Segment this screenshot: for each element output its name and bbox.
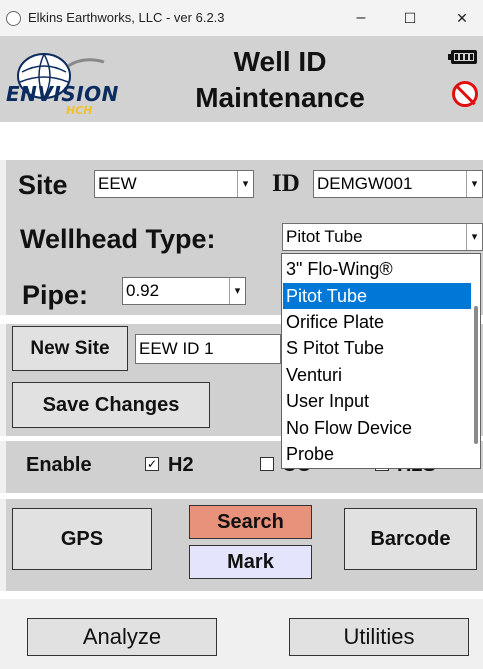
dropdown-option[interactable]: Probe [283, 441, 471, 467]
utilities-button[interactable]: Utilities [289, 618, 469, 656]
chevron-down-icon: ▾ [466, 171, 482, 197]
analyze-button[interactable]: Analyze [27, 618, 217, 656]
pipe-value: 0.92 [126, 281, 160, 300]
barcode-button[interactable]: Barcode [344, 508, 477, 570]
dropdown-option[interactable]: 3" Flo-Wing® [283, 256, 471, 282]
id-combo[interactable]: DEMGW001 ▾ [313, 170, 483, 198]
dropdown-option[interactable]: User Input [283, 388, 471, 414]
id-label: ID [272, 170, 300, 197]
dropdown-scrollbar[interactable] [474, 306, 478, 444]
dropdown-option-selected[interactable]: Pitot Tube [283, 283, 471, 309]
title-bar: Elkins Earthworks, LLC - ver 6.2.3 – ☐ ✕ [0, 0, 483, 36]
search-button[interactable]: Search [189, 505, 312, 539]
header: ENVISION HCH Well ID Maintenance [0, 36, 483, 122]
id-value: DEMGW001 [317, 174, 413, 193]
chevron-down-icon: ▾ [229, 278, 245, 304]
mark-button[interactable]: Mark [189, 545, 312, 579]
dropdown-option[interactable]: Venturi [283, 362, 471, 388]
h2-checkbox[interactable]: ✓ [145, 457, 159, 471]
close-button[interactable]: ✕ [446, 6, 478, 30]
page-title-line2: Maintenance [195, 82, 365, 113]
wellhead-type-label: Wellhead Type: [20, 224, 216, 254]
new-site-input[interactable]: EEW ID 1 [135, 334, 281, 364]
chevron-down-icon: ▾ [466, 224, 482, 250]
site-label: Site [18, 170, 68, 200]
maximize-button[interactable]: ☐ [394, 6, 426, 30]
separator [0, 591, 483, 599]
logo-subtext: HCH [66, 104, 93, 117]
site-value: EEW [98, 174, 137, 193]
separator [0, 122, 483, 160]
dropdown-option[interactable]: Orifice Plate [283, 309, 471, 335]
site-combo[interactable]: EEW ▾ [94, 170, 254, 198]
page-title-line1: Well ID [233, 46, 327, 77]
minimize-button[interactable]: – [345, 6, 377, 30]
chevron-down-icon: ▾ [237, 171, 253, 197]
dropdown-option[interactable]: S Pitot Tube [283, 335, 471, 361]
enable-label: Enable [26, 454, 92, 476]
no-connection-icon [452, 81, 478, 107]
save-changes-button[interactable]: Save Changes [12, 382, 210, 428]
logo-text: ENVISION [6, 82, 119, 106]
h2-label: H2 [168, 454, 194, 476]
wellhead-type-dropdown-list[interactable]: 3" Flo-Wing® Pitot Tube Orifice Plate S … [281, 253, 481, 469]
co-checkbox[interactable] [260, 457, 274, 471]
wellhead-type-combo[interactable]: Pitot Tube ▾ [282, 223, 483, 251]
battery-icon [448, 50, 477, 64]
gps-button[interactable]: GPS [12, 508, 152, 570]
page-title: Well ID Maintenance [160, 44, 400, 116]
pipe-combo[interactable]: 0.92 ▾ [122, 277, 246, 305]
window-title: Elkins Earthworks, LLC - ver 6.2.3 [28, 10, 225, 25]
dropdown-option[interactable]: No Flow Device [283, 415, 471, 441]
wellhead-type-value: Pitot Tube [286, 227, 363, 246]
envision-logo: ENVISION HCH [4, 46, 122, 117]
new-site-button[interactable]: New Site [12, 326, 128, 371]
app-icon [6, 11, 21, 26]
pipe-label: Pipe: [22, 280, 89, 310]
